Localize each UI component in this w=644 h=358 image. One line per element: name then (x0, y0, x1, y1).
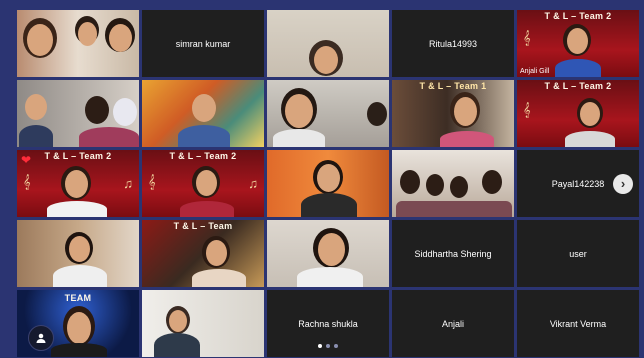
participant-tile[interactable]: Anjali (392, 290, 514, 357)
music-note-icon: ♫ (248, 176, 258, 191)
participant-tile[interactable] (267, 80, 389, 147)
chevron-right-icon: › (620, 176, 626, 191)
participant-tile[interactable]: T & L – Team 2 𝄞 (517, 80, 639, 147)
participant-name: Anjali (441, 318, 464, 329)
participant-tile[interactable]: Ritula14993 (392, 10, 514, 77)
participant-tile[interactable] (267, 150, 389, 217)
team-banner: T & L – Team 2 (544, 81, 612, 91)
music-note-icon: ♫ (123, 176, 133, 191)
participant-name: user (569, 248, 587, 259)
participant-tile[interactable] (392, 150, 514, 217)
music-note-icon: 𝄞 (523, 102, 531, 117)
page-dot[interactable] (326, 344, 330, 348)
team-banner: T & L – Team (173, 221, 233, 231)
participant-tile[interactable] (142, 290, 264, 357)
participant-name: simran kumar (175, 38, 231, 49)
page-indicator[interactable] (318, 344, 338, 348)
team-banner: T & L – Team 2 (44, 151, 112, 161)
participant-tile[interactable] (142, 80, 264, 147)
participant-tile[interactable]: Payal142238 › (517, 150, 639, 217)
person-icon (36, 333, 46, 343)
participant-name: Rachna shukla (298, 318, 358, 329)
participant-tile[interactable]: ❤ T & L – Team 2 𝄞 ♫ (17, 150, 139, 217)
page-dot[interactable] (334, 344, 338, 348)
participant-tile[interactable]: Vikrant Verma (517, 290, 639, 357)
participant-tile[interactable]: T & L – Team 1 (392, 80, 514, 147)
participant-tile[interactable]: Siddhartha Shering (392, 220, 514, 287)
participant-tile[interactable]: T & L – Team 2 𝄞 ♫ (142, 150, 264, 217)
page-dot[interactable] (318, 344, 322, 348)
music-note-icon: 𝄞 (523, 30, 531, 45)
team-banner: TEAM (64, 293, 92, 303)
participant-tile[interactable] (17, 220, 139, 287)
team-banner: T & L – Team 2 (169, 151, 237, 161)
participant-tile[interactable]: user (517, 220, 639, 287)
participant-tile[interactable] (17, 10, 139, 77)
music-note-icon: 𝄞 (148, 174, 156, 189)
self-view-button[interactable] (28, 325, 54, 351)
participant-name: Payal142238 (551, 178, 605, 189)
music-note-icon: 𝄞 (23, 174, 31, 189)
participant-tile[interactable] (267, 220, 389, 287)
participant-name: Ritula14993 (428, 38, 478, 49)
participant-tile[interactable]: T & L – Team (142, 220, 264, 287)
participant-name: Siddhartha Shering (414, 248, 492, 259)
participant-tile[interactable] (17, 80, 139, 147)
participant-name: Vikrant Verma (549, 318, 607, 329)
participant-tile[interactable]: T & L – Team 2 𝄞 Anjali Gill (517, 10, 639, 77)
team-banner: T & L – Team 2 (544, 11, 612, 21)
participant-tile[interactable]: simran kumar (142, 10, 264, 77)
next-page-button[interactable]: › (613, 173, 633, 194)
team-banner: T & L – Team 1 (419, 81, 487, 91)
participant-tile[interactable] (267, 10, 389, 77)
participant-grid: simran kumar Ritula14993 T & L – Team 2 … (17, 10, 639, 357)
participant-caption: Anjali Gill (520, 68, 550, 75)
